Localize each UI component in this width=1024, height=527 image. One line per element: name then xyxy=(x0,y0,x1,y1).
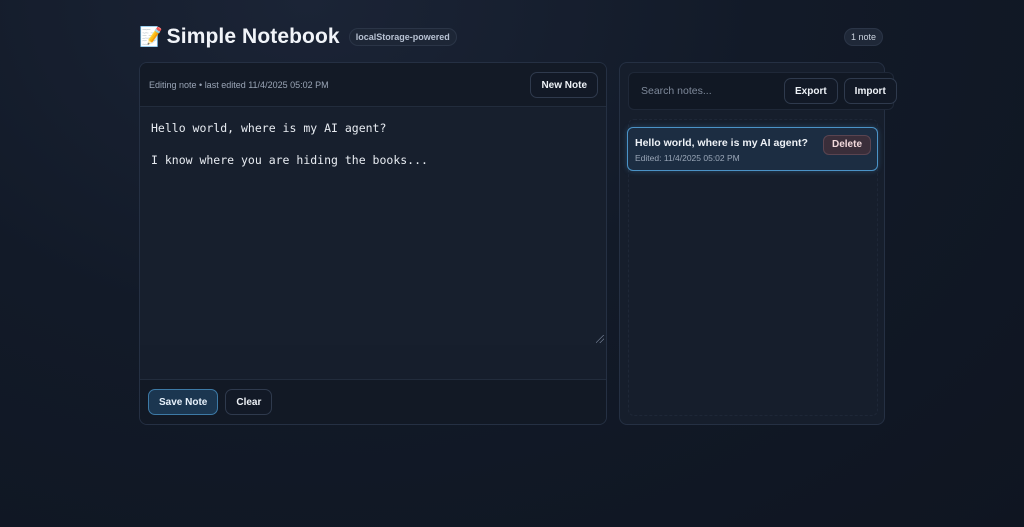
note-content[interactable]: Hello world, where is my AI agent? I kno… xyxy=(140,108,606,180)
resize-handle-icon[interactable] xyxy=(596,335,604,343)
note-item-edited-time: Edited: 11/4/2025 05:02 PM xyxy=(635,153,740,163)
delete-note-button[interactable]: Delete xyxy=(822,135,871,155)
app-title: Simple Notebook xyxy=(166,25,340,48)
editor-panel: Editing note • last edited 11/4/2025 05:… xyxy=(139,62,607,425)
note-item-title: Hello world, where is my AI agent? xyxy=(635,137,808,149)
editor-toolbar: Editing note • last edited 11/4/2025 05:… xyxy=(140,63,606,107)
clear-button[interactable]: Clear xyxy=(225,389,273,415)
notes-toolbar: Export Import xyxy=(628,72,897,110)
import-button[interactable]: Import xyxy=(843,78,897,104)
editor-status-text: Editing note • last edited 11/4/2025 05:… xyxy=(149,79,329,90)
notebook-icon: 📝 xyxy=(139,26,163,48)
storage-badge: localStorage-powered xyxy=(348,28,457,46)
notes-panel: Export Import Hello world, where is my A… xyxy=(619,62,897,425)
save-note-button[interactable]: Save Note xyxy=(148,389,219,415)
editor-actions: Save Note Clear xyxy=(140,379,606,424)
new-note-button[interactable]: New Note xyxy=(530,71,598,98)
note-count-badge: 1 note xyxy=(843,28,883,46)
app-header: 📝 Simple Notebook localStorage-powered 1… xyxy=(139,22,884,52)
note-list-item[interactable]: Hello world, where is my AI agent? Edite… xyxy=(627,127,878,171)
note-editor-textarea[interactable]: Hello world, where is my AI agent? I kno… xyxy=(140,108,606,345)
search-input[interactable] xyxy=(639,84,778,98)
export-button[interactable]: Export xyxy=(784,78,838,104)
